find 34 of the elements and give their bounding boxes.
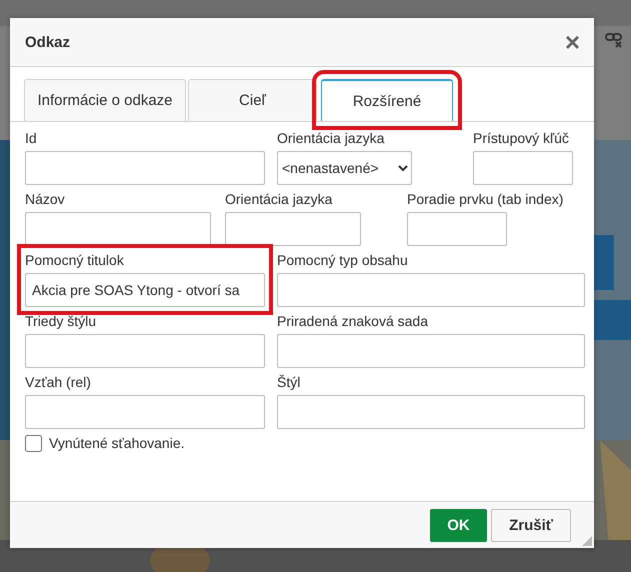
field-label: Názov (25, 191, 65, 208)
field-label: Pomocný typ obsahu (277, 252, 408, 269)
field-label: Štýl (277, 374, 300, 391)
field-label: Prístupový kľúč (473, 130, 569, 147)
input-field[interactable] (473, 151, 573, 185)
resize-grip-icon[interactable] (582, 536, 592, 546)
field-label: Orientácia jazyka (277, 130, 384, 147)
tab[interactable]: Informácie o odkaze (24, 79, 186, 121)
checkbox[interactable] (25, 435, 42, 452)
field-label: Orientácia jazyka (225, 191, 332, 208)
field-label: Priradená znaková sada (277, 313, 428, 330)
input-field[interactable] (277, 273, 585, 307)
field-label: Triedy štýlu (25, 313, 96, 330)
input-field[interactable] (225, 212, 361, 246)
checkbox-label: Vynútené sťahovanie. (49, 435, 184, 452)
select-field[interactable]: <nenastavené> (277, 151, 412, 185)
field-label: Pomocný titulok (25, 252, 124, 269)
dialog-title: Odkaz (25, 34, 70, 50)
close-button[interactable]: × (564, 29, 580, 55)
field-label: Poradie prvku (tab index) (407, 191, 564, 208)
tab[interactable]: Cieľ (188, 79, 317, 121)
field-label: Vzťah (rel) (25, 374, 91, 391)
ok-button[interactable]: OK (430, 508, 487, 542)
input-field[interactable] (25, 395, 265, 429)
cancel-button[interactable]: Zrušiť (491, 508, 571, 542)
field-label: Id (25, 130, 37, 147)
input-field[interactable]: Akcia pre SOAS Ytong - otvorí sa (25, 273, 265, 307)
input-field[interactable] (277, 395, 585, 429)
input-field[interactable] (25, 151, 265, 185)
input-field[interactable] (277, 334, 585, 368)
input-field[interactable] (407, 212, 507, 246)
unlink-icon[interactable] (604, 32, 624, 48)
input-field[interactable] (25, 334, 265, 368)
input-field[interactable] (25, 212, 211, 246)
